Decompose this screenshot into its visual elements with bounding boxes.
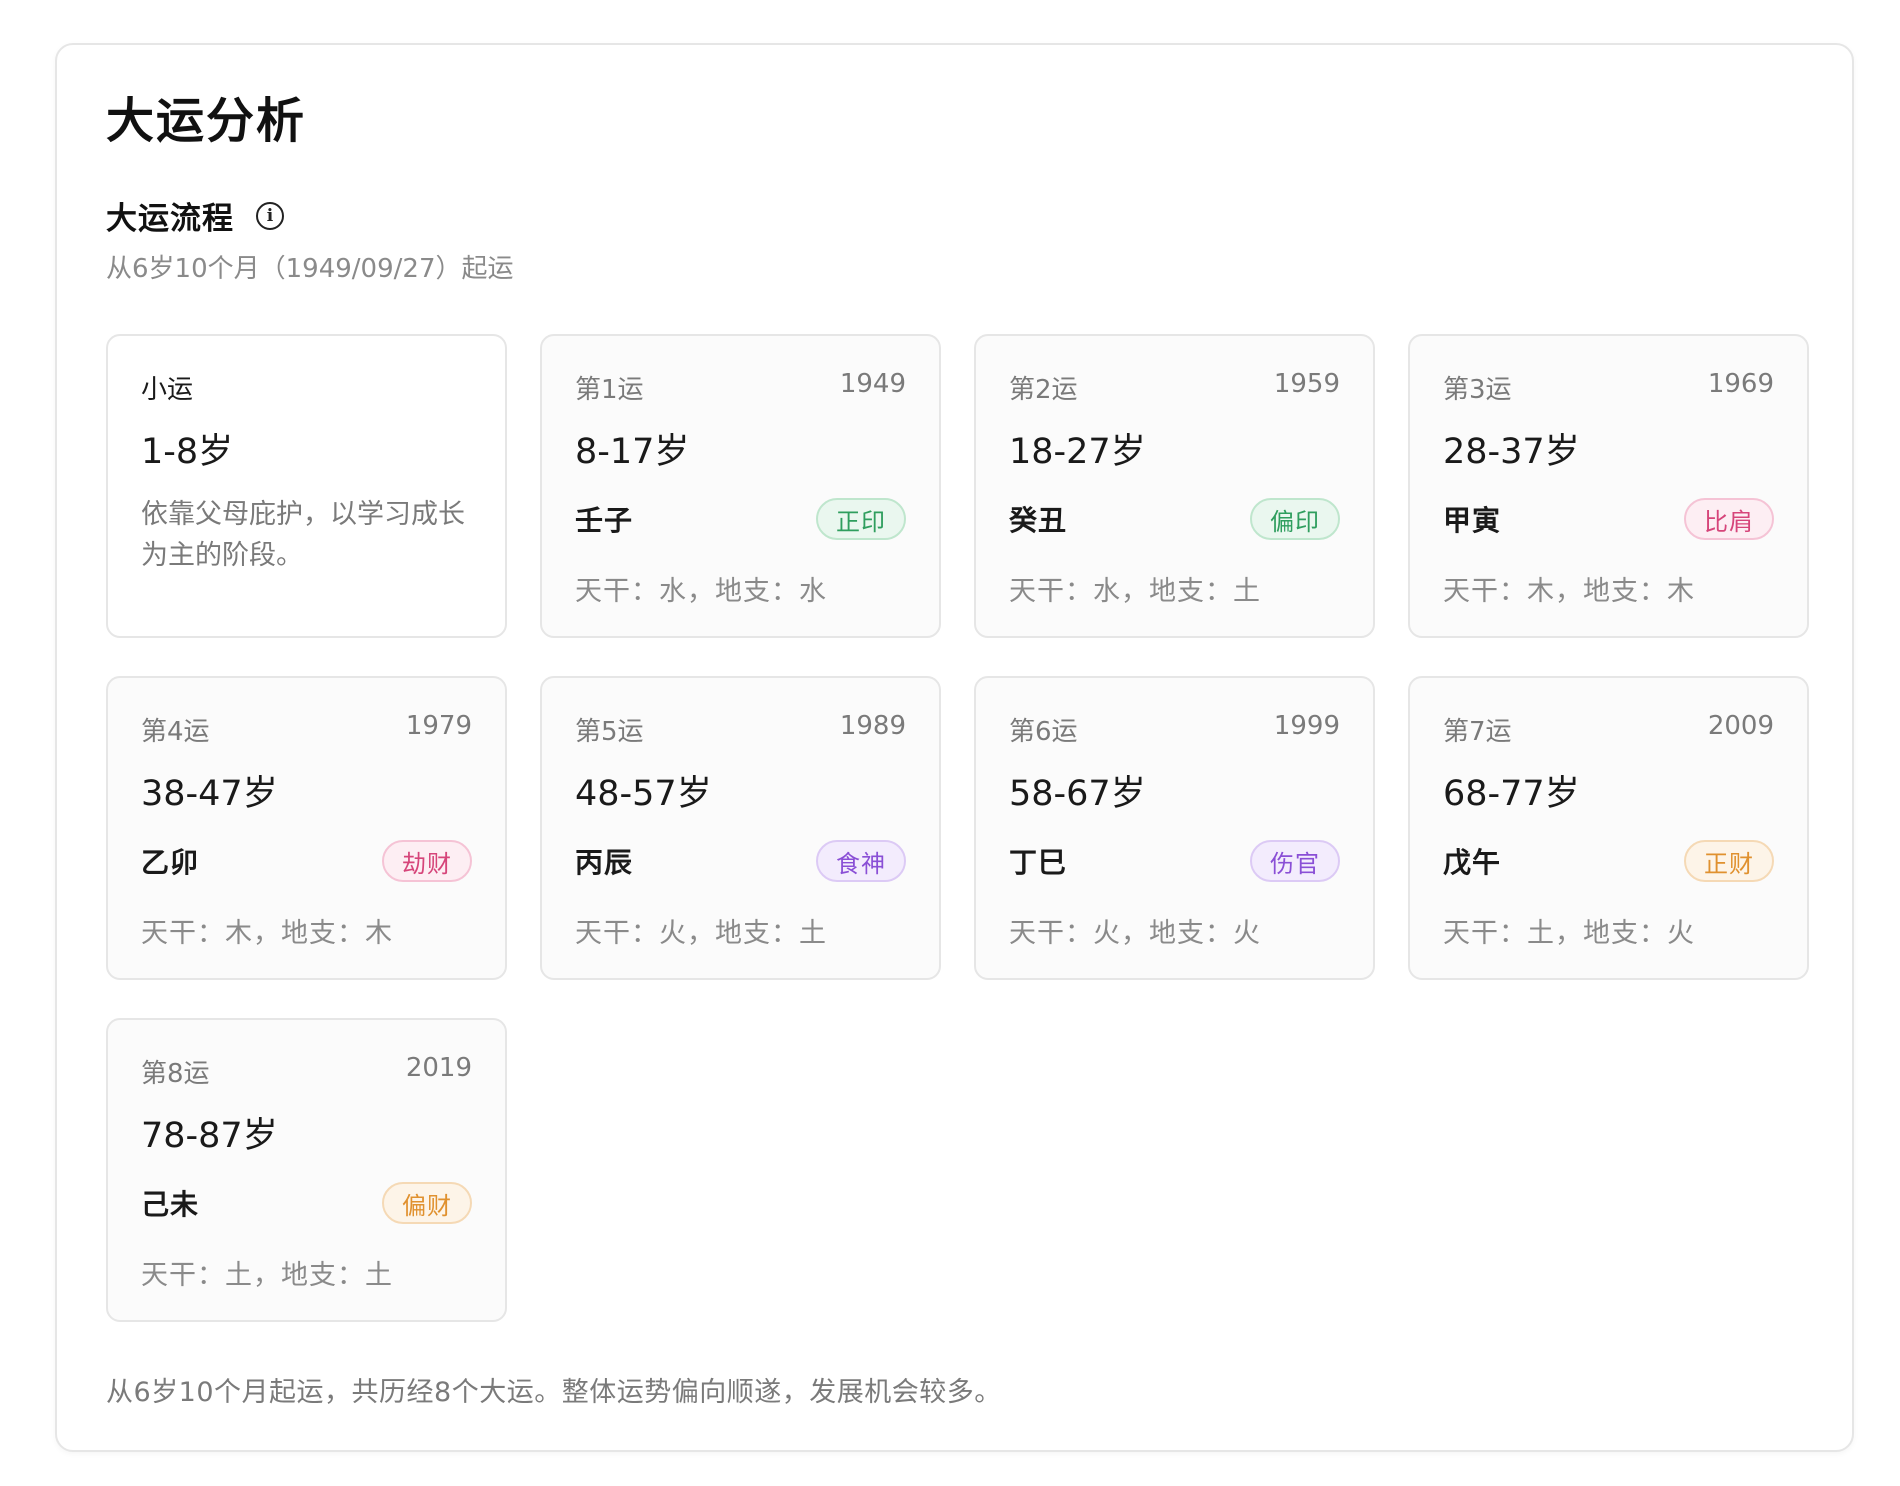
page-title: 大运分析 bbox=[106, 93, 307, 149]
card-header: 第7运 2009 bbox=[1443, 711, 1774, 748]
dayun-card: 第7运 2009 68-77岁戊午 正财天干：土，地支：火 bbox=[1408, 676, 1809, 980]
ganzhi-row: 丁巳 伤官 bbox=[1009, 840, 1340, 882]
card-header: 第8运 2019 bbox=[141, 1053, 472, 1090]
dayun-card: 第3运 1969 28-37岁甲寅 比肩天干：木，地支：木 bbox=[1408, 334, 1809, 638]
summary-text: 从6岁10个月起运，共历经8个大运。整体运势偏向顺遂，发展机会较多。 bbox=[106, 1377, 1002, 1408]
ganzhi-row: 己未 偏财 bbox=[141, 1182, 472, 1224]
section-header: 大运流程 i bbox=[106, 193, 284, 238]
wuxing-text: 天干：土，地支：土 bbox=[141, 1260, 393, 1291]
shishen-tag: 伤官 bbox=[1250, 840, 1340, 882]
ganzhi: 戊午 bbox=[1443, 846, 1502, 879]
card-age: 68-77岁 bbox=[1443, 774, 1580, 814]
wuxing-text: 天干：水，地支：土 bbox=[1009, 576, 1261, 607]
ganzhi: 己未 bbox=[141, 1188, 200, 1221]
card-year: 1999 bbox=[1273, 711, 1340, 741]
card-header: 第1运 1949 bbox=[575, 369, 906, 406]
card-header: 第2运 1959 bbox=[1009, 369, 1340, 406]
shishen-tag: 正印 bbox=[816, 498, 906, 540]
card-label: 第6运 bbox=[1009, 717, 1078, 747]
card-age: 38-47岁 bbox=[141, 774, 278, 814]
shishen-tag: 食神 bbox=[816, 840, 906, 882]
xiaoyun-card: 小运 1-8岁 依靠父母庇护，以学习成长为主的阶段。 bbox=[106, 334, 507, 638]
shishen-tag: 劫财 bbox=[382, 840, 472, 882]
ganzhi-row: 癸丑 偏印 bbox=[1009, 498, 1340, 540]
wuxing-text: 天干：火，地支：土 bbox=[575, 918, 827, 949]
card-year: 2009 bbox=[1707, 711, 1774, 741]
shishen-tag: 偏财 bbox=[382, 1182, 472, 1224]
card-age: 58-67岁 bbox=[1009, 774, 1146, 814]
ganzhi: 甲寅 bbox=[1443, 504, 1502, 537]
card-age: 18-27岁 bbox=[1009, 432, 1146, 472]
dayun-card: 第2运 1959 18-27岁癸丑 偏印天干：水，地支：土 bbox=[974, 334, 1375, 638]
dayun-card: 第6运 1999 58-67岁丁巳 伤官天干：火，地支：火 bbox=[974, 676, 1375, 980]
dayun-card: 第4运 1979 38-47岁乙卯 劫财天干：木，地支：木 bbox=[106, 676, 507, 980]
card-header: 第3运 1969 bbox=[1443, 369, 1774, 406]
ganzhi: 癸丑 bbox=[1009, 504, 1068, 537]
card-year: 1979 bbox=[405, 711, 472, 741]
card-age: 78-87岁 bbox=[141, 1116, 278, 1156]
shishen-tag: 正财 bbox=[1684, 840, 1774, 882]
card-age: 1-8岁 bbox=[141, 432, 234, 472]
section-title: 大运流程 bbox=[106, 201, 234, 237]
ganzhi-row: 戊午 正财 bbox=[1443, 840, 1774, 882]
ganzhi-row: 乙卯 劫财 bbox=[141, 840, 472, 882]
card-header: 第5运 1989 bbox=[575, 711, 906, 748]
shishen-tag: 偏印 bbox=[1250, 498, 1340, 540]
ganzhi: 壬子 bbox=[575, 504, 634, 537]
dayun-card: 第8运 2019 78-87岁己未 偏财天干：土，地支：土 bbox=[106, 1018, 507, 1322]
card-year: 1989 bbox=[839, 711, 906, 741]
card-label: 第1运 bbox=[575, 375, 644, 405]
wuxing-text: 天干：土，地支：火 bbox=[1443, 918, 1695, 949]
ganzhi: 丙辰 bbox=[575, 846, 634, 879]
card-label: 第8运 bbox=[141, 1059, 210, 1089]
card-label: 第5运 bbox=[575, 717, 644, 747]
card-label: 第2运 bbox=[1009, 375, 1078, 405]
dayun-card: 第1运 1949 8-17岁壬子 正印天干：水，地支：水 bbox=[540, 334, 941, 638]
wuxing-text: 天干：水，地支：水 bbox=[575, 576, 827, 607]
card-age: 8-17岁 bbox=[575, 432, 690, 472]
card-label: 第3运 bbox=[1443, 375, 1512, 405]
card-label: 第4运 bbox=[141, 717, 210, 747]
wuxing-text: 天干：火，地支：火 bbox=[1009, 918, 1261, 949]
ganzhi-row: 壬子 正印 bbox=[575, 498, 906, 540]
card-header: 第6运 1999 bbox=[1009, 711, 1340, 748]
ganzhi: 乙卯 bbox=[141, 846, 200, 879]
dayun-card: 第5运 1989 48-57岁丙辰 食神天干：火，地支：土 bbox=[540, 676, 941, 980]
card-age: 48-57岁 bbox=[575, 774, 712, 814]
card-year: 1949 bbox=[839, 369, 906, 399]
card-header: 小运 bbox=[141, 369, 472, 406]
ganzhi-row: 甲寅 比肩 bbox=[1443, 498, 1774, 540]
card-label: 第7运 bbox=[1443, 717, 1512, 747]
ganzhi: 丁巳 bbox=[1009, 846, 1068, 879]
card-year: 1959 bbox=[1273, 369, 1340, 399]
card-year: 2019 bbox=[405, 1053, 472, 1083]
wuxing-text: 天干：木，地支：木 bbox=[1443, 576, 1695, 607]
card-label: 小运 bbox=[141, 375, 194, 405]
card-header: 第4运 1979 bbox=[141, 711, 472, 748]
section-subtitle: 从6岁10个月（1949/09/27）起运 bbox=[106, 254, 514, 284]
dayun-analysis-panel: 大运分析 大运流程 i 从6岁10个月（1949/09/27）起运 小运 1-8… bbox=[55, 43, 1854, 1452]
dayun-grid: 小运 1-8岁 依靠父母庇护，以学习成长为主的阶段。 第1运 1949 8-17岁壬… bbox=[106, 334, 1809, 1322]
info-circle-icon[interactable]: i bbox=[256, 201, 284, 230]
shishen-tag: 比肩 bbox=[1684, 498, 1774, 540]
wuxing-text: 天干：木，地支：木 bbox=[141, 918, 393, 949]
card-age: 28-37岁 bbox=[1443, 432, 1580, 472]
card-description: 依靠父母庇护，以学习成长为主的阶段。 bbox=[141, 499, 465, 571]
card-year: 1969 bbox=[1707, 369, 1774, 399]
ganzhi-row: 丙辰 食神 bbox=[575, 840, 906, 882]
